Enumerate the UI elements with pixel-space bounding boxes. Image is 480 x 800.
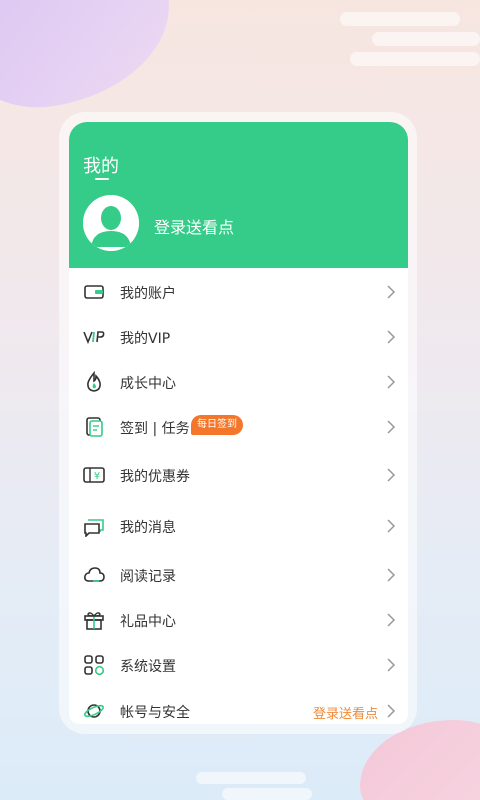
page-title: 我的 xyxy=(83,156,119,177)
daily-checkin-badge: 每日签到 xyxy=(191,415,243,435)
menu-item-label: 礼品中心 xyxy=(120,614,176,630)
default-avatar-icon xyxy=(83,195,139,251)
chevron-right-icon xyxy=(387,519,396,533)
avatar[interactable] xyxy=(83,195,139,251)
gift-icon xyxy=(84,612,104,630)
menu-item-label: 签到 | 任务 xyxy=(120,421,190,437)
flame-icon xyxy=(87,371,101,392)
svg-text:¥: ¥ xyxy=(94,471,100,482)
profile-header: 我的 登录送看点 xyxy=(69,122,408,268)
menu-item-messages[interactable]: 我的消息 xyxy=(69,504,408,548)
menu-item-label: 我的账户 xyxy=(120,286,176,302)
chevron-right-icon xyxy=(387,330,396,344)
menu-item-checkin-tasks[interactable]: 签到 | 任务 每日签到 xyxy=(69,405,408,449)
checkin-icon xyxy=(86,417,103,437)
vip-icon xyxy=(83,331,105,345)
login-prompt[interactable]: 登录送看点 xyxy=(154,214,234,238)
decorative-blob xyxy=(0,0,182,121)
coupon-icon: ¥ xyxy=(83,467,105,483)
menu-item-vip[interactable]: 我的VIP xyxy=(69,315,408,359)
chevron-right-icon xyxy=(387,375,396,389)
cloud-icon xyxy=(84,567,105,582)
menu-item-account-security[interactable]: 帐号与安全 登录送看点 xyxy=(69,689,408,724)
decorative-cloud xyxy=(196,772,306,784)
menu-item-label: 帐号与安全 xyxy=(120,705,190,721)
chevron-right-icon xyxy=(387,658,396,672)
menu-item-label: 我的VIP xyxy=(120,331,171,347)
menu-item-label: 我的优惠券 xyxy=(120,469,190,485)
chevron-right-icon xyxy=(387,285,396,299)
chevron-right-icon xyxy=(387,420,396,434)
menu-item-system-settings[interactable]: 系统设置 xyxy=(69,643,408,687)
menu-item-label: 我的消息 xyxy=(120,520,176,536)
settings-grid-icon xyxy=(84,655,105,676)
decorative-cloud xyxy=(350,52,480,66)
menu-item-account[interactable]: 我的账户 xyxy=(69,270,408,314)
chevron-right-icon xyxy=(387,568,396,582)
title-underline xyxy=(95,178,109,180)
planet-icon xyxy=(84,704,104,718)
message-icon xyxy=(84,519,104,537)
decorative-cloud xyxy=(222,788,312,800)
decorative-cloud xyxy=(372,32,480,46)
menu-item-label: 阅读记录 xyxy=(120,569,176,585)
app-screen: 我的 登录送看点 我的账户 我的VIP 成长中心 签到 | 任务 每日签到 ¥ … xyxy=(0,0,480,800)
menu-item-gift-center[interactable]: 礼品中心 xyxy=(69,598,408,642)
chevron-right-icon xyxy=(387,704,396,718)
login-reward-link[interactable]: 登录送看点 xyxy=(313,703,378,722)
wallet-icon xyxy=(84,285,104,299)
menu-item-growth[interactable]: 成长中心 xyxy=(69,360,408,404)
profile-card: 我的 登录送看点 我的账户 我的VIP 成长中心 签到 | 任务 每日签到 ¥ … xyxy=(69,122,408,724)
menu-item-reading-history[interactable]: 阅读记录 xyxy=(69,553,408,597)
chevron-right-icon xyxy=(387,613,396,627)
menu-item-label: 成长中心 xyxy=(120,376,176,392)
decorative-cloud xyxy=(340,12,460,26)
menu-item-label: 系统设置 xyxy=(120,659,176,675)
chevron-right-icon xyxy=(387,468,396,482)
menu-item-coupons[interactable]: ¥ 我的优惠券 xyxy=(69,453,408,497)
